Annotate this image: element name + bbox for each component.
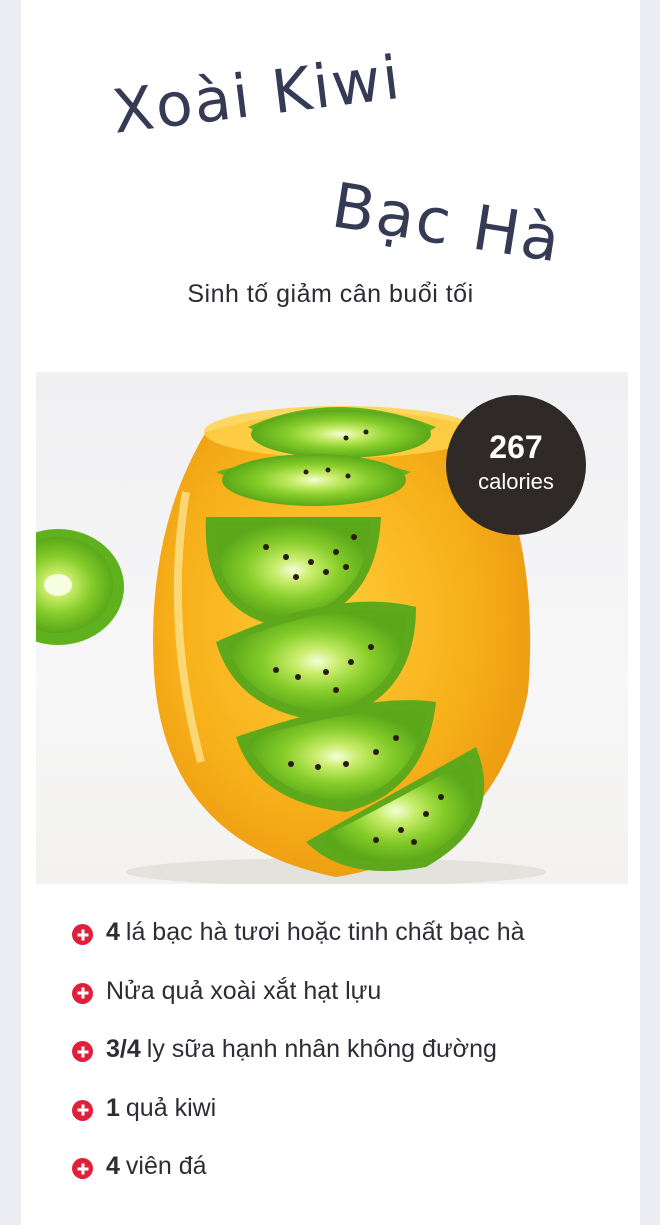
ingredient-text: ly sữa hạnh nhân không đường (146, 1035, 497, 1063)
ingredient-qty: 3/4 (106, 1035, 141, 1063)
ingredient-qty: 4 (106, 1152, 120, 1180)
plus-circle-icon (72, 1158, 93, 1179)
ingredient-item: 4 viên đá (72, 1152, 525, 1211)
ingredient-qty: 4 (106, 918, 120, 946)
ingredient-text: quả kiwi (125, 1093, 217, 1122)
plus-circle-icon (72, 982, 93, 1004)
ingredient-item: 1 quả kiwi (72, 1094, 525, 1153)
recipe-title-line2: Bạc Hà (327, 168, 567, 277)
ingredient-qty: 1 (106, 1093, 120, 1122)
calorie-value: 267 (489, 429, 543, 465)
recipe-subtitle: Sinh tố giảm cân buổi tối (187, 280, 474, 308)
calorie-unit: calories (478, 469, 554, 494)
plus-circle-icon (72, 924, 93, 945)
ingredient-list: 4 lá bạc hà tươi hoặc tinh chất bạc hà N… (72, 918, 525, 1211)
ingredient-text: Nửa quả xoài xắt hạt lựu (106, 976, 382, 1005)
recipe-title-line1: Xoài Kiwi (108, 42, 406, 148)
ingredient-item: Nửa quả xoài xắt hạt lựu (72, 977, 525, 1036)
ingredient-item: 4 lá bạc hà tươi hoặc tinh chất bạc hà (72, 918, 525, 977)
plus-circle-icon (72, 1099, 93, 1121)
ingredient-text: lá bạc hà tươi hoặc tinh chất bạc hà (125, 918, 525, 946)
calorie-badge: 267 calories (446, 395, 586, 535)
plus-circle-icon (72, 1041, 93, 1062)
ingredient-item: 3/4 ly sữa hạnh nhân không đường (72, 1035, 525, 1094)
ingredient-text: viên đá (125, 1152, 207, 1180)
